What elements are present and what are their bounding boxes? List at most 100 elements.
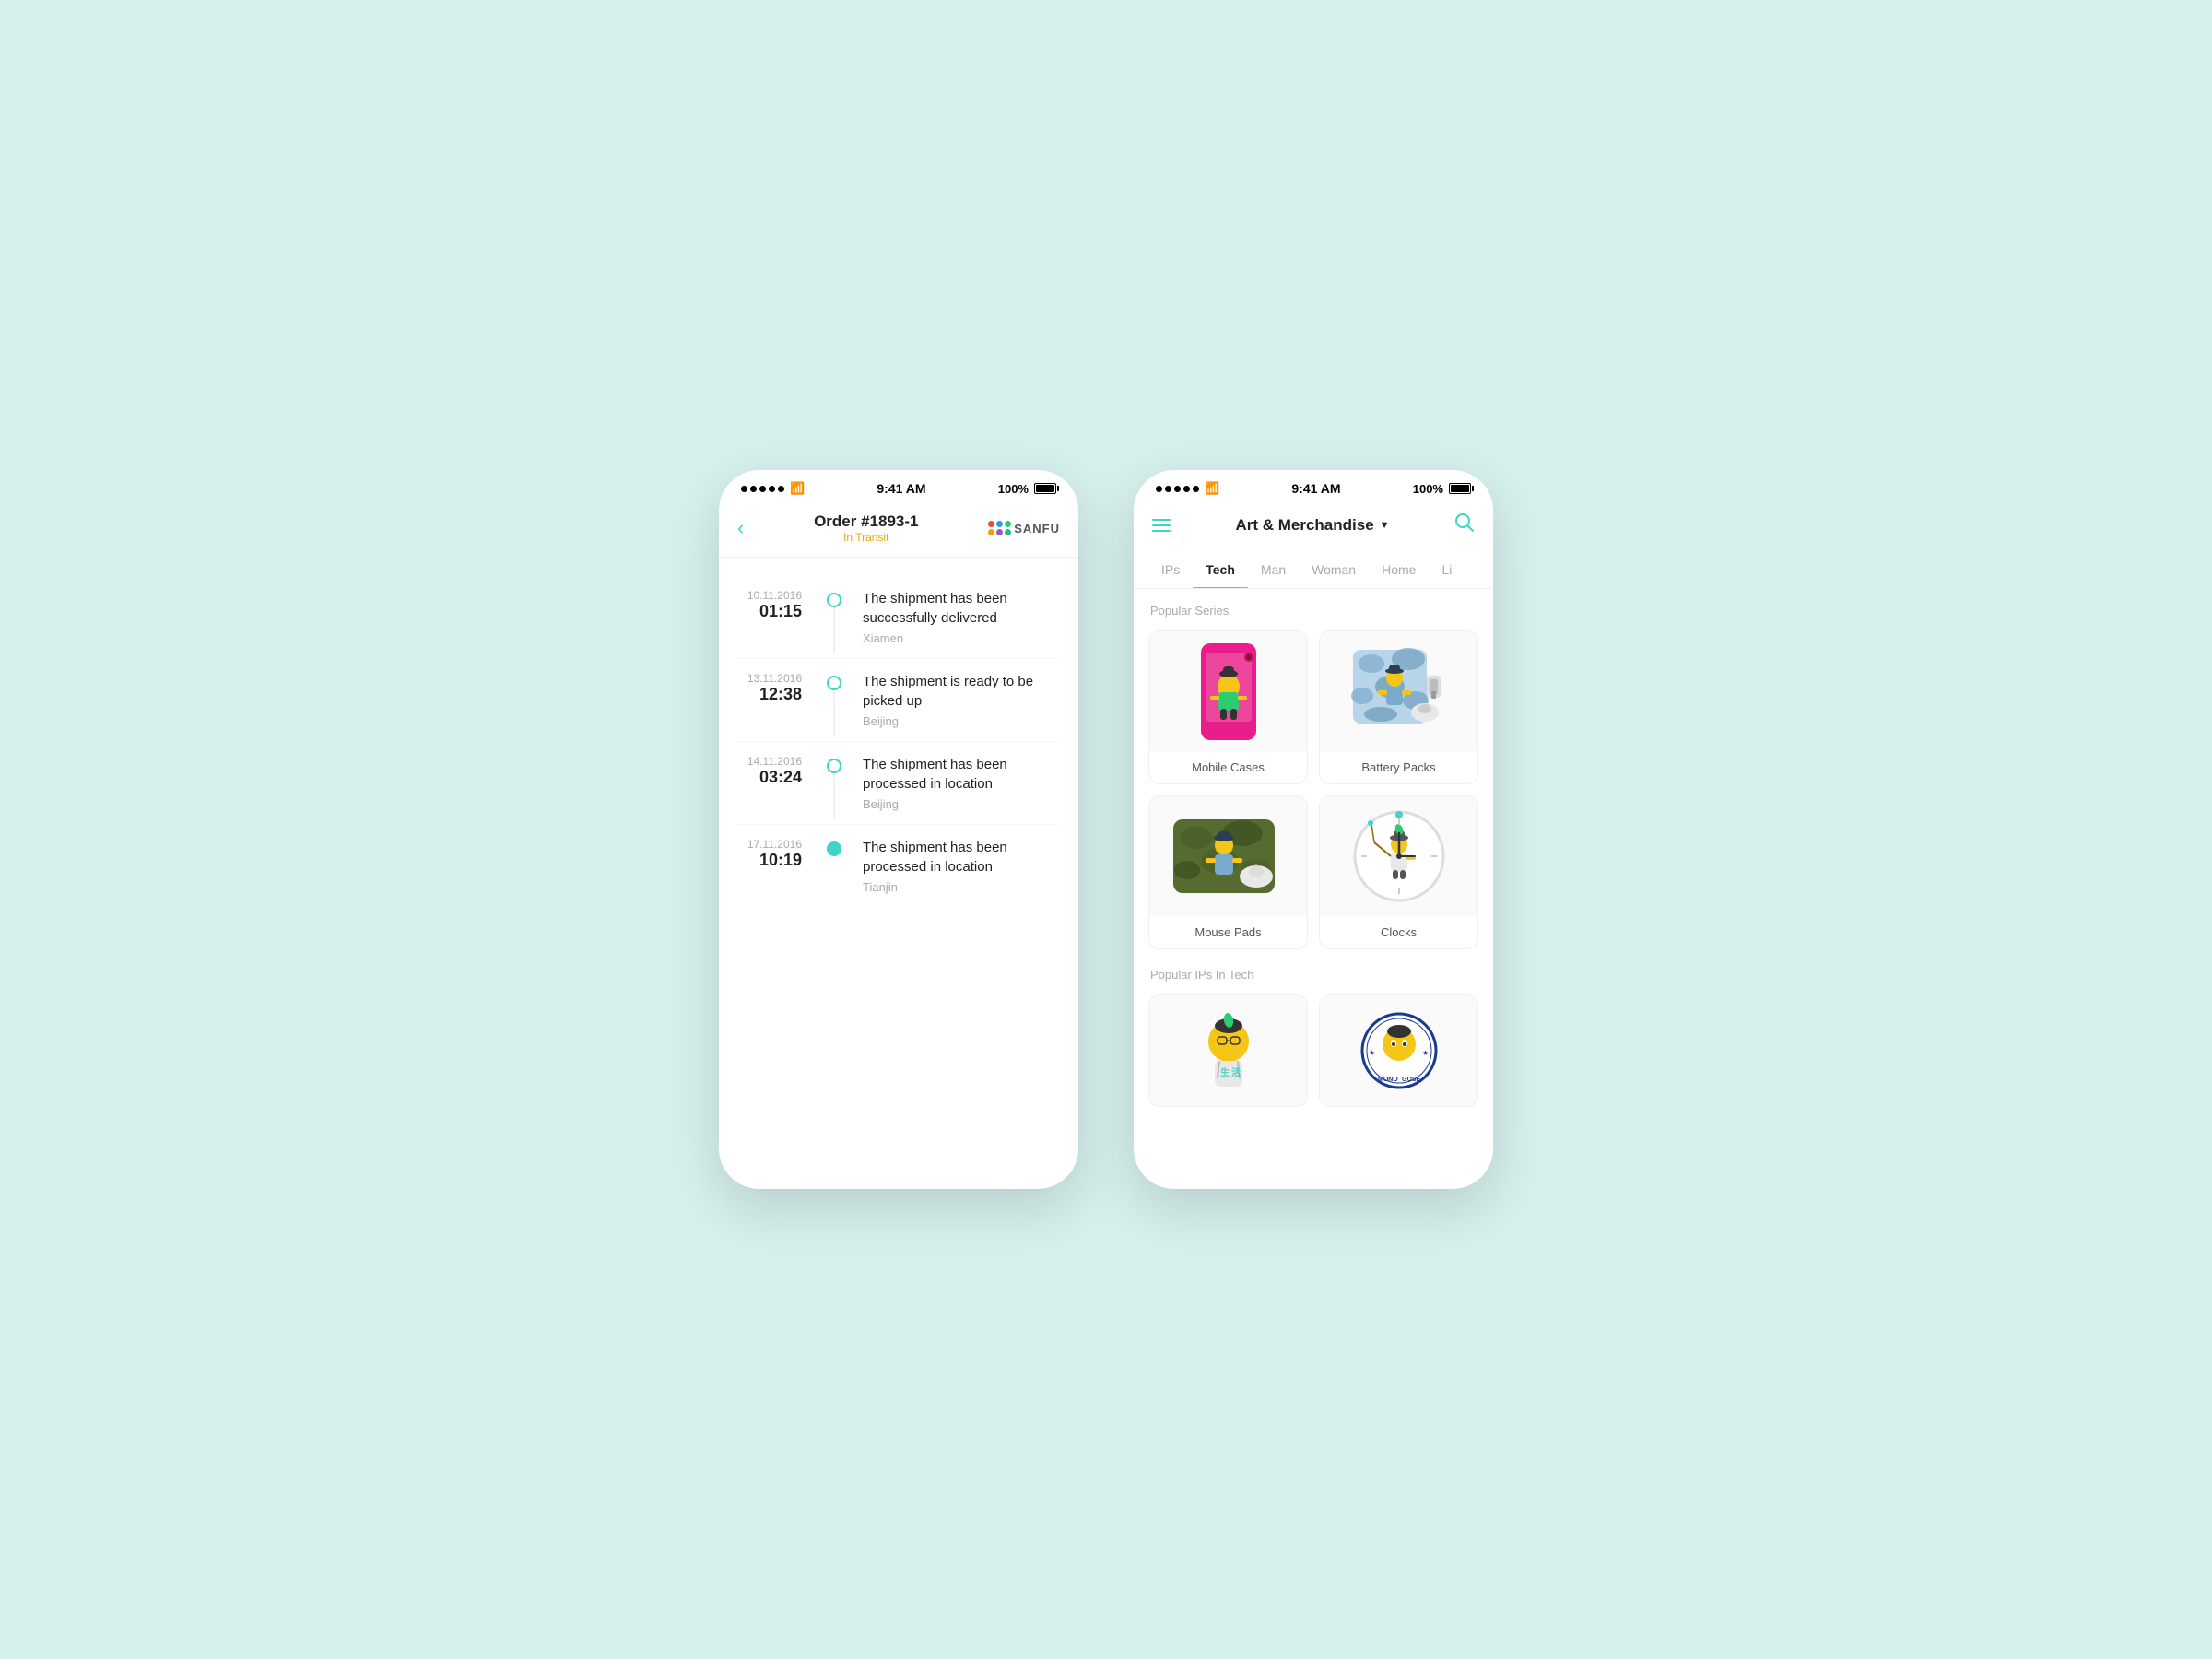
order-phone: 📶 9:41 AM 100% ‹ Order #1893-1 In Transi… (719, 470, 1078, 1189)
tabs-bar: IPs Tech Man Woman Home Li (1134, 551, 1493, 589)
event-title-3: The shipment has been processed in locat… (863, 755, 1060, 794)
timeline-item-1: 10.11.2016 01:15 The shipment has been s… (719, 576, 1078, 658)
product-card-clocks[interactable]: Clocks (1319, 795, 1478, 949)
wifi-icon: 📶 (790, 481, 805, 496)
hamburger-button[interactable] (1152, 519, 1171, 532)
timeline-date-1: 10.11.2016 01:15 (737, 589, 820, 621)
battery-pct-left: 100% (998, 482, 1029, 496)
logo-dot-6 (1005, 529, 1011, 535)
ip-card-2-image: MONO GOSE ★ ★ (1320, 995, 1477, 1106)
battery-fill-right (1451, 485, 1469, 492)
tab-tech[interactable]: Tech (1193, 551, 1248, 588)
tab-li[interactable]: Li (1429, 551, 1465, 588)
timeline-content-2: The shipment is ready to be picked up Be… (848, 672, 1060, 728)
signal-dot-4 (769, 486, 775, 492)
product-card-battery-packs[interactable]: Battery Packs (1319, 630, 1478, 784)
timeline-line-1 (834, 607, 835, 653)
search-button[interactable] (1454, 512, 1475, 538)
signal-dot-r1 (1156, 486, 1162, 492)
timeline-content-4: The shipment has been processed in locat… (848, 838, 1060, 894)
dot-wrapper-1 (820, 589, 848, 607)
art-header: Art & Merchandise ▼ (1134, 503, 1493, 551)
dot-wrapper-3 (820, 755, 848, 773)
ip-card-2[interactable]: MONO GOSE ★ ★ (1319, 994, 1478, 1107)
svg-text:生: 生 (1220, 1066, 1230, 1078)
order-header: ‹ Order #1893-1 In Transit SANFU (719, 503, 1078, 558)
date-time-3: 03:24 (737, 768, 802, 787)
logo-dot-5 (996, 529, 1003, 535)
svg-text:活: 活 (1231, 1066, 1241, 1078)
art-title-block: Art & Merchandise ▼ (1235, 516, 1389, 535)
event-location-4: Tianjin (863, 880, 1060, 894)
battery-indicator-right (1449, 483, 1471, 494)
ip-character-2-svg: MONO GOSE ★ ★ (1358, 1009, 1441, 1092)
order-title: Order #1893-1 (814, 512, 918, 531)
ip-card-1[interactable]: 生 活 (1148, 994, 1308, 1107)
date-day-3: 14.11.2016 (737, 755, 802, 768)
battery-indicator-left (1034, 483, 1056, 494)
battery-fill-left (1036, 485, 1054, 492)
tab-man[interactable]: Man (1248, 551, 1299, 588)
logo-dot-4 (988, 529, 994, 535)
clock-svg (1348, 806, 1450, 907)
hamburger-line-3 (1152, 530, 1171, 532)
tab-home[interactable]: Home (1369, 551, 1429, 588)
date-time-1: 01:15 (737, 602, 802, 621)
date-day-2: 13.11.2016 (737, 672, 802, 685)
mobile-cases-image (1149, 631, 1307, 751)
signal-dots-right (1156, 486, 1199, 492)
wifi-icon-right: 📶 (1205, 481, 1219, 496)
hamburger-line-1 (1152, 519, 1171, 521)
date-time-4: 10:19 (737, 851, 802, 870)
brand-name: SANFU (1014, 522, 1060, 535)
battery-pack-svg (1344, 641, 1454, 742)
product-card-mobile-cases[interactable]: Mobile Cases (1148, 630, 1308, 784)
popular-series-label: Popular Series (1148, 604, 1478, 618)
logo-dot-3 (1005, 521, 1011, 527)
status-time-left: 9:41 AM (877, 481, 925, 496)
status-right-left: 100% (998, 482, 1056, 496)
tab-ips[interactable]: IPs (1148, 551, 1193, 588)
mobile-case-svg (1196, 639, 1261, 745)
svg-text:★: ★ (1369, 1049, 1375, 1057)
event-title-1: The shipment has been successfully deliv… (863, 589, 1060, 628)
ip-grid: 生 活 (1148, 994, 1478, 1107)
timeline-dot-1 (827, 593, 841, 607)
signal-dot-3 (759, 486, 766, 492)
signal-dot-2 (750, 486, 757, 492)
tab-woman[interactable]: Woman (1299, 551, 1369, 588)
back-button[interactable]: ‹ (737, 516, 744, 540)
dropdown-arrow-icon[interactable]: ▼ (1380, 520, 1390, 531)
event-title-2: The shipment is ready to be picked up (863, 672, 1060, 711)
battery-pct-right: 100% (1413, 482, 1443, 496)
battery-packs-image (1320, 631, 1477, 751)
clocks-image (1320, 796, 1477, 916)
timeline-line-3 (834, 773, 835, 819)
svg-text:GOSE: GOSE (1402, 1077, 1421, 1083)
ip-character-1-svg: 生 活 (1187, 1009, 1270, 1092)
hamburger-line-2 (1152, 524, 1171, 526)
mouse-pads-label: Mouse Pads (1149, 916, 1307, 948)
product-card-mouse-pads[interactable]: Mouse Pads (1148, 795, 1308, 949)
event-title-4: The shipment has been processed in locat… (863, 838, 1060, 877)
signal-dot-r4 (1183, 486, 1190, 492)
timeline-line-2 (834, 690, 835, 736)
timeline-date-3: 14.11.2016 03:24 (737, 755, 820, 787)
timeline-dot-2 (827, 676, 841, 690)
dot-wrapper-4 (820, 838, 848, 856)
svg-text:MONO: MONO (1378, 1077, 1398, 1083)
mobile-cases-label: Mobile Cases (1149, 751, 1307, 783)
signal-dots (741, 486, 784, 492)
timeline-item-2: 13.11.2016 12:38 The shipment is ready t… (719, 659, 1078, 741)
mouse-pad-svg (1169, 810, 1288, 902)
status-left-right: 📶 (1156, 481, 1219, 496)
screens-container: 📶 9:41 AM 100% ‹ Order #1893-1 In Transi… (719, 470, 1493, 1189)
timeline-content-3: The shipment has been processed in locat… (848, 755, 1060, 811)
timeline-content-1: The shipment has been successfully deliv… (848, 589, 1060, 645)
art-phone: 📶 9:41 AM 100% Art & Merchandise (1134, 470, 1493, 1189)
signal-dot-5 (778, 486, 784, 492)
signal-dot-1 (741, 486, 747, 492)
timeline-dot-4 (827, 841, 841, 856)
timeline-date-2: 13.11.2016 12:38 (737, 672, 820, 704)
logo-grid (988, 521, 1011, 535)
